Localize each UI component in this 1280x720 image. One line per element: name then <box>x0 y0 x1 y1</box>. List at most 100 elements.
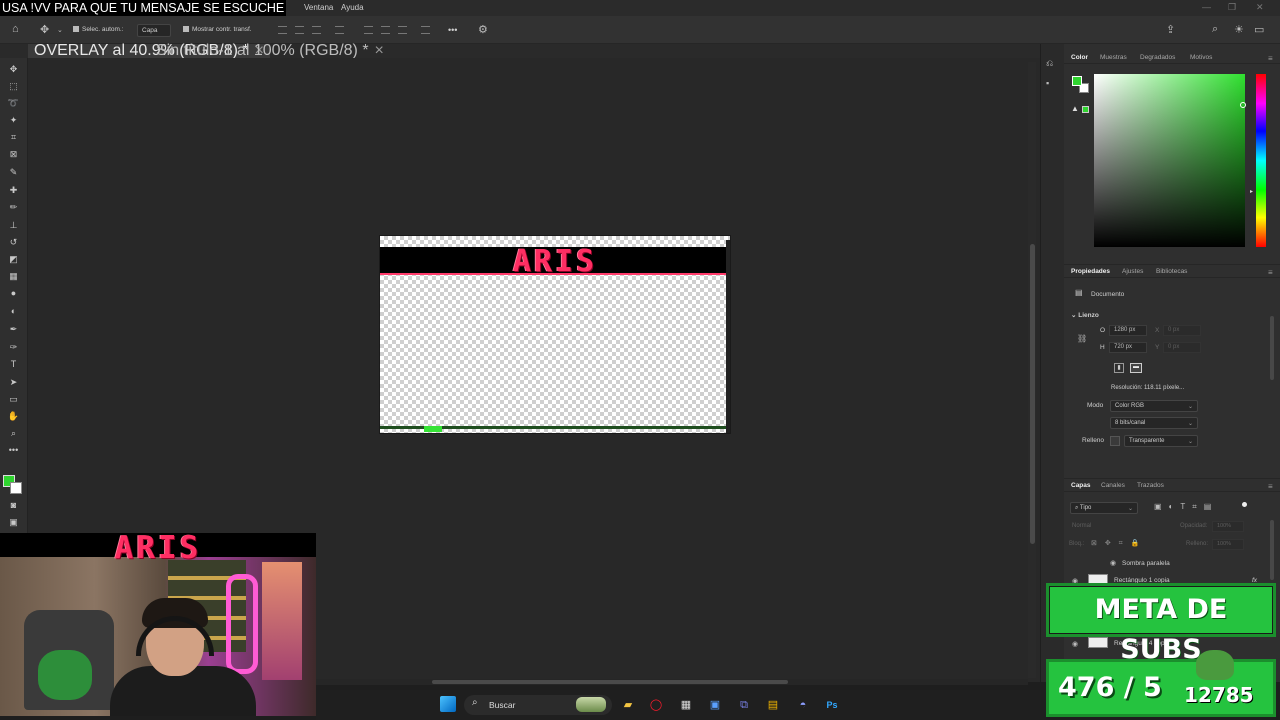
more-options-button[interactable]: ••• <box>448 25 457 35</box>
panel-menu-icon[interactable]: ≡ <box>1268 268 1273 277</box>
color-picker-marker[interactable] <box>1240 102 1246 108</box>
distribute-vertical-icon[interactable] <box>421 26 430 34</box>
properties-scrollbar[interactable] <box>1270 316 1274 380</box>
teams-icon[interactable]: ⧉ <box>736 697 752 713</box>
link-icon[interactable]: ⛓ <box>1077 334 1087 343</box>
background-color-swatch[interactable] <box>10 482 22 494</box>
more-tools-icon[interactable]: ••• <box>6 443 21 458</box>
tab-color[interactable]: Color <box>1071 54 1088 61</box>
blend-mode-dropdown[interactable]: Normal <box>1072 523 1091 529</box>
gradient-icon[interactable]: ▦ <box>6 269 21 284</box>
tab-degradados[interactable]: Degradados <box>1140 54 1175 61</box>
gear-icon[interactable]: ⚙ <box>478 23 488 36</box>
dodge-icon[interactable]: ◐ <box>6 304 21 319</box>
brush-icon[interactable]: ✏ <box>6 200 21 215</box>
move-icon[interactable]: ✥ <box>6 62 21 77</box>
auto-select-checkbox[interactable]: Selec. autom.: <box>73 26 124 33</box>
tab-sin-titulo[interactable]: Sin título-1 al 100% (RGB/8) * × <box>150 42 390 59</box>
minimize-button[interactable]: — <box>1202 2 1211 12</box>
history-brush-icon[interactable]: ↺ <box>6 235 21 250</box>
layers-scrollbar[interactable] <box>1270 520 1274 580</box>
menu-ventana[interactable]: Ventana <box>304 3 333 12</box>
horizontal-scroll-thumb[interactable] <box>432 680 788 684</box>
mode-dropdown[interactable]: Color RGB ⌄ <box>1110 400 1198 412</box>
comment-icon[interactable]: ▪ <box>1046 78 1049 88</box>
tab-motivos[interactable]: Motivos <box>1190 54 1212 61</box>
workspace-icon[interactable]: ▭ <box>1254 23 1264 36</box>
portrait-icon[interactable]: ▮ <box>1114 363 1124 373</box>
home-icon[interactable]: ⌂ <box>12 23 19 35</box>
tab-bibliotecas[interactable]: Bibliotecas <box>1156 268 1187 275</box>
layer-filter-dropdown[interactable]: ⌕ Tipo ⌄ <box>1070 502 1138 514</box>
stamp-icon[interactable]: ⊥ <box>6 218 21 233</box>
pen-alt-icon[interactable]: ✑ <box>6 340 21 355</box>
hue-slider-marker[interactable]: ▸ <box>1250 188 1253 195</box>
tab-propiedades[interactable]: Propiedades <box>1071 268 1110 275</box>
tab-muestras[interactable]: Muestras <box>1100 54 1127 61</box>
height-field[interactable]: 720 px <box>1109 342 1147 353</box>
eye-icon[interactable]: ◉ <box>1110 559 1116 567</box>
layer-fill-field[interactable]: 100% <box>1212 539 1244 550</box>
blur-icon[interactable]: ● <box>6 286 21 301</box>
discord-icon[interactable]: ◓ <box>795 697 811 713</box>
search-icon[interactable]: ⌕ <box>1212 23 1218 36</box>
width-field[interactable]: 1280 px <box>1109 325 1147 336</box>
eyedropper-icon[interactable]: ✎ <box>6 165 21 180</box>
fill-dropdown[interactable]: Transparente ⌄ <box>1124 435 1198 447</box>
close-button[interactable]: ✕ <box>1256 2 1264 13</box>
landscape-icon[interactable]: ▬ <box>1130 363 1142 373</box>
auto-select-dropdown[interactable]: Capa <box>137 24 171 37</box>
lock-icons[interactable]: ⊠✥⌗🔒 <box>1091 539 1147 548</box>
panel-menu-icon[interactable]: ≡ <box>1268 54 1273 63</box>
history-icon[interactable]: ⎌ <box>1046 58 1053 69</box>
move-tool-icon[interactable]: ✥ <box>40 23 49 36</box>
magic-wand-icon[interactable]: ✦ <box>6 113 21 128</box>
quick-mask-icon[interactable]: ◙ <box>6 498 21 513</box>
close-icon[interactable]: × <box>375 42 384 59</box>
show-transform-checkbox[interactable]: Mostrar contr. transf. <box>183 26 252 33</box>
align-bottom-icon[interactable] <box>398 26 407 34</box>
align-middle-icon[interactable] <box>381 26 390 34</box>
healing-icon[interactable]: ✚ <box>6 183 21 198</box>
zoom-icon[interactable]: ⌕ <box>6 426 21 441</box>
maximize-button[interactable]: ❐ <box>1228 2 1236 13</box>
frame-icon[interactable]: ⊠ <box>6 147 21 162</box>
store-icon[interactable]: ▤ <box>765 697 781 713</box>
x-field[interactable]: 0 px <box>1163 325 1201 336</box>
type-icon[interactable]: T <box>6 357 21 372</box>
chevron-down-icon[interactable]: ⌄ <box>57 26 63 34</box>
layer-row[interactable] <box>1064 556 1280 572</box>
windows-icon[interactable] <box>440 696 456 712</box>
align-right-icon[interactable] <box>312 26 321 34</box>
lightbulb-icon[interactable]: ☀ <box>1234 23 1244 36</box>
eraser-icon[interactable]: ◩ <box>6 252 21 267</box>
pen-icon[interactable]: ✒ <box>6 322 21 337</box>
tab-trazados[interactable]: Trazados <box>1137 482 1164 489</box>
screen-mode-icon[interactable]: ▣ <box>6 515 21 530</box>
tab-ajustes[interactable]: Ajustes <box>1122 268 1143 275</box>
path-select-icon[interactable]: ➤ <box>6 375 21 390</box>
opera-icon[interactable]: ◯ <box>648 697 664 713</box>
panel-menu-icon[interactable]: ≡ <box>1268 482 1273 491</box>
fill-swatch[interactable] <box>1110 436 1120 446</box>
crop-icon[interactable]: ⌗ <box>6 130 21 145</box>
app-icon[interactable]: ▣ <box>707 697 723 713</box>
tab-canales[interactable]: Canales <box>1101 482 1125 489</box>
tray-app-icon[interactable] <box>576 697 606 712</box>
align-left-icon[interactable] <box>278 26 287 34</box>
align-top-icon[interactable] <box>364 26 373 34</box>
bit-depth-dropdown[interactable]: 8 bits/canal ⌄ <box>1110 417 1198 429</box>
hand-icon[interactable]: ✋ <box>6 409 21 424</box>
opacity-field[interactable]: 100% <box>1212 521 1244 532</box>
web-safe-swatch[interactable] <box>1082 106 1089 113</box>
photoshop-icon[interactable]: Ps <box>824 697 840 713</box>
canvas-section-label[interactable]: ⌄ Lienzo <box>1071 311 1099 319</box>
filter-toggle[interactable] <box>1242 502 1247 507</box>
foreground-swatch[interactable] <box>1072 76 1082 86</box>
share-icon[interactable]: ⇪ <box>1166 23 1175 36</box>
color-field[interactable] <box>1094 74 1245 247</box>
menu-ayuda[interactable]: Ayuda <box>341 3 364 12</box>
calculator-icon[interactable]: ▦ <box>678 697 694 713</box>
y-field[interactable]: 0 px <box>1163 342 1201 353</box>
lasso-icon[interactable]: ➰ <box>6 96 21 111</box>
